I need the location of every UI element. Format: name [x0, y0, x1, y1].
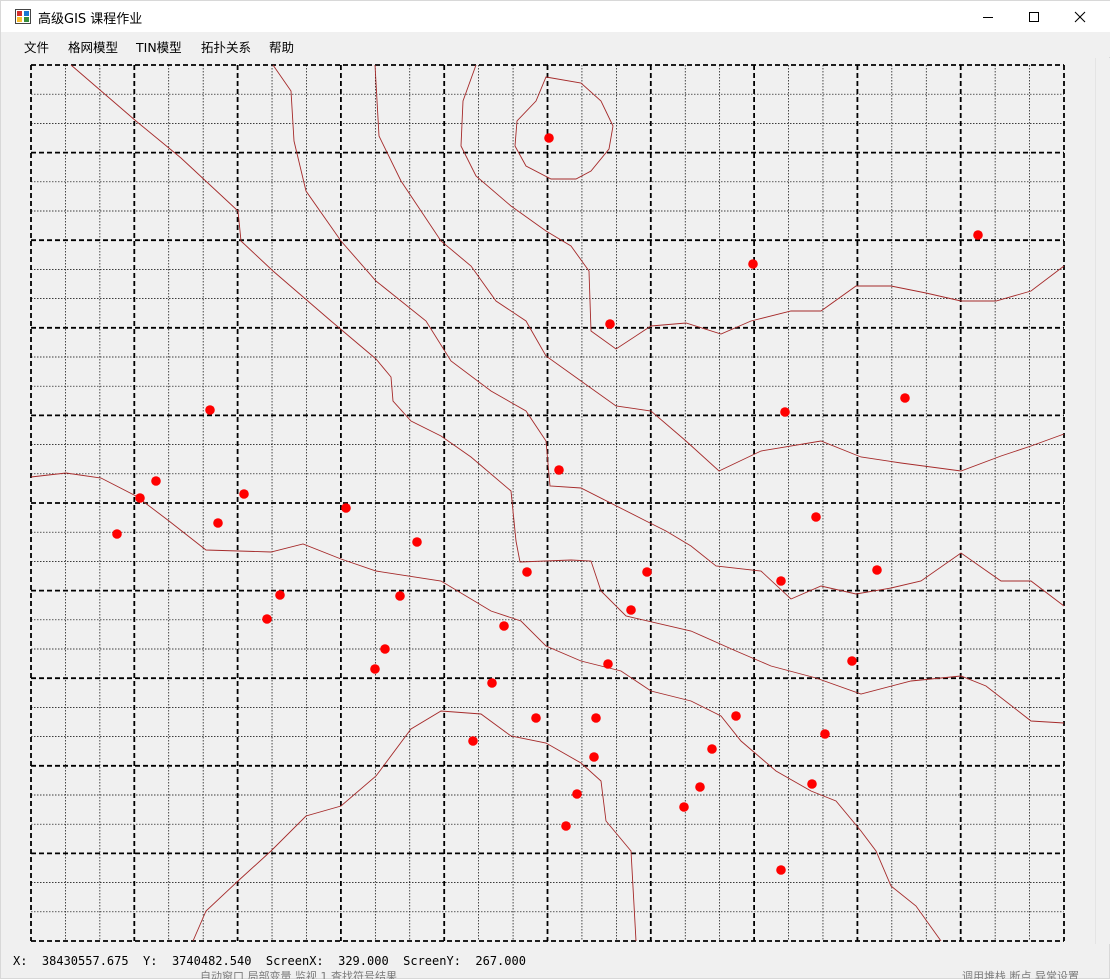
menu-topology[interactable]: 拓扑关系: [201, 37, 251, 56]
maximize-button[interactable]: [1011, 1, 1057, 32]
menu-bar: 文件 格网模型 TIN模型 拓扑关系 帮助: [1, 32, 1110, 57]
sample-point: [679, 802, 689, 812]
sample-point: [820, 729, 830, 739]
sample-point: [213, 518, 223, 528]
sample-point: [572, 789, 582, 799]
sample-point: [591, 713, 601, 723]
sample-point: [262, 614, 272, 624]
status-bar: X: 38430557.675 Y: 3740482.540 ScreenX: …: [1, 946, 1095, 976]
sample-point: [811, 512, 821, 522]
app-window: 高级GIS 课程作业 文件 格网模型 TIN模型 拓扑关系 帮助 X: 3843…: [0, 0, 1110, 979]
minimize-button[interactable]: [965, 1, 1011, 32]
sample-point: [395, 591, 405, 601]
sample-point: [275, 590, 285, 600]
sample-point: [412, 537, 422, 547]
sample-point: [112, 529, 122, 539]
contour-line: [30, 472, 942, 942]
menu-grid-model[interactable]: 格网模型: [68, 37, 118, 56]
sample-point: [731, 711, 741, 721]
sample-point: [642, 567, 652, 577]
close-icon: [1074, 11, 1086, 22]
sample-point: [776, 576, 786, 586]
sample-point: [695, 782, 705, 792]
map-svg[interactable]: [1, 58, 1095, 944]
sample-point: [807, 779, 817, 789]
menu-file[interactable]: 文件: [24, 37, 49, 56]
sample-point: [900, 393, 910, 403]
background-window-tabs-left: 自动窗口 局部变量 监视 1 查找符号结果: [200, 970, 397, 979]
sample-point: [468, 736, 478, 746]
sample-point: [135, 493, 145, 503]
coordinate-readout: X: 38430557.675 Y: 3740482.540 ScreenX: …: [13, 954, 526, 968]
window-title: 高级GIS 课程作业: [38, 12, 143, 27]
app-grid-icon: [15, 9, 31, 24]
sample-point: [973, 230, 983, 240]
sample-point: [605, 319, 615, 329]
sample-point: [554, 465, 564, 475]
menu-tin-model[interactable]: TIN模型: [136, 37, 182, 56]
sample-point: [531, 713, 541, 723]
right-edge-panel: [1095, 58, 1110, 944]
sample-point: [748, 259, 758, 269]
sample-point: [780, 407, 790, 417]
sample-point: [380, 644, 390, 654]
sample-point: [151, 476, 161, 486]
sample-point: [499, 621, 509, 631]
sample-point: [872, 565, 882, 575]
sample-point: [847, 656, 857, 666]
sample-point: [487, 678, 497, 688]
contour-line: [514, 76, 614, 180]
minimize-icon: [983, 16, 993, 18]
sample-point: [522, 567, 532, 577]
sample-point: [544, 133, 554, 143]
background-window-tabs-right: 调用堆栈 断点 异常设置: [962, 970, 1079, 979]
sample-point: [239, 489, 249, 499]
contour-line: [460, 64, 1065, 350]
title-bar[interactable]: 高级GIS 课程作业: [1, 1, 1110, 32]
sample-point: [370, 664, 380, 674]
sample-point: [205, 405, 215, 415]
sample-point: [589, 752, 599, 762]
major-grid: [30, 64, 1065, 942]
sample-point: [626, 605, 636, 615]
contour-line: [272, 64, 1065, 607]
sample-point: [707, 744, 717, 754]
sample-point: [341, 503, 351, 513]
close-button[interactable]: [1057, 1, 1103, 32]
contour-line: [70, 64, 1065, 724]
map-canvas[interactable]: [1, 58, 1095, 944]
sample-point: [561, 821, 571, 831]
maximize-icon: [1029, 11, 1039, 22]
menu-help[interactable]: 帮助: [269, 37, 294, 56]
sample-point: [603, 659, 613, 669]
sample-point: [776, 865, 786, 875]
